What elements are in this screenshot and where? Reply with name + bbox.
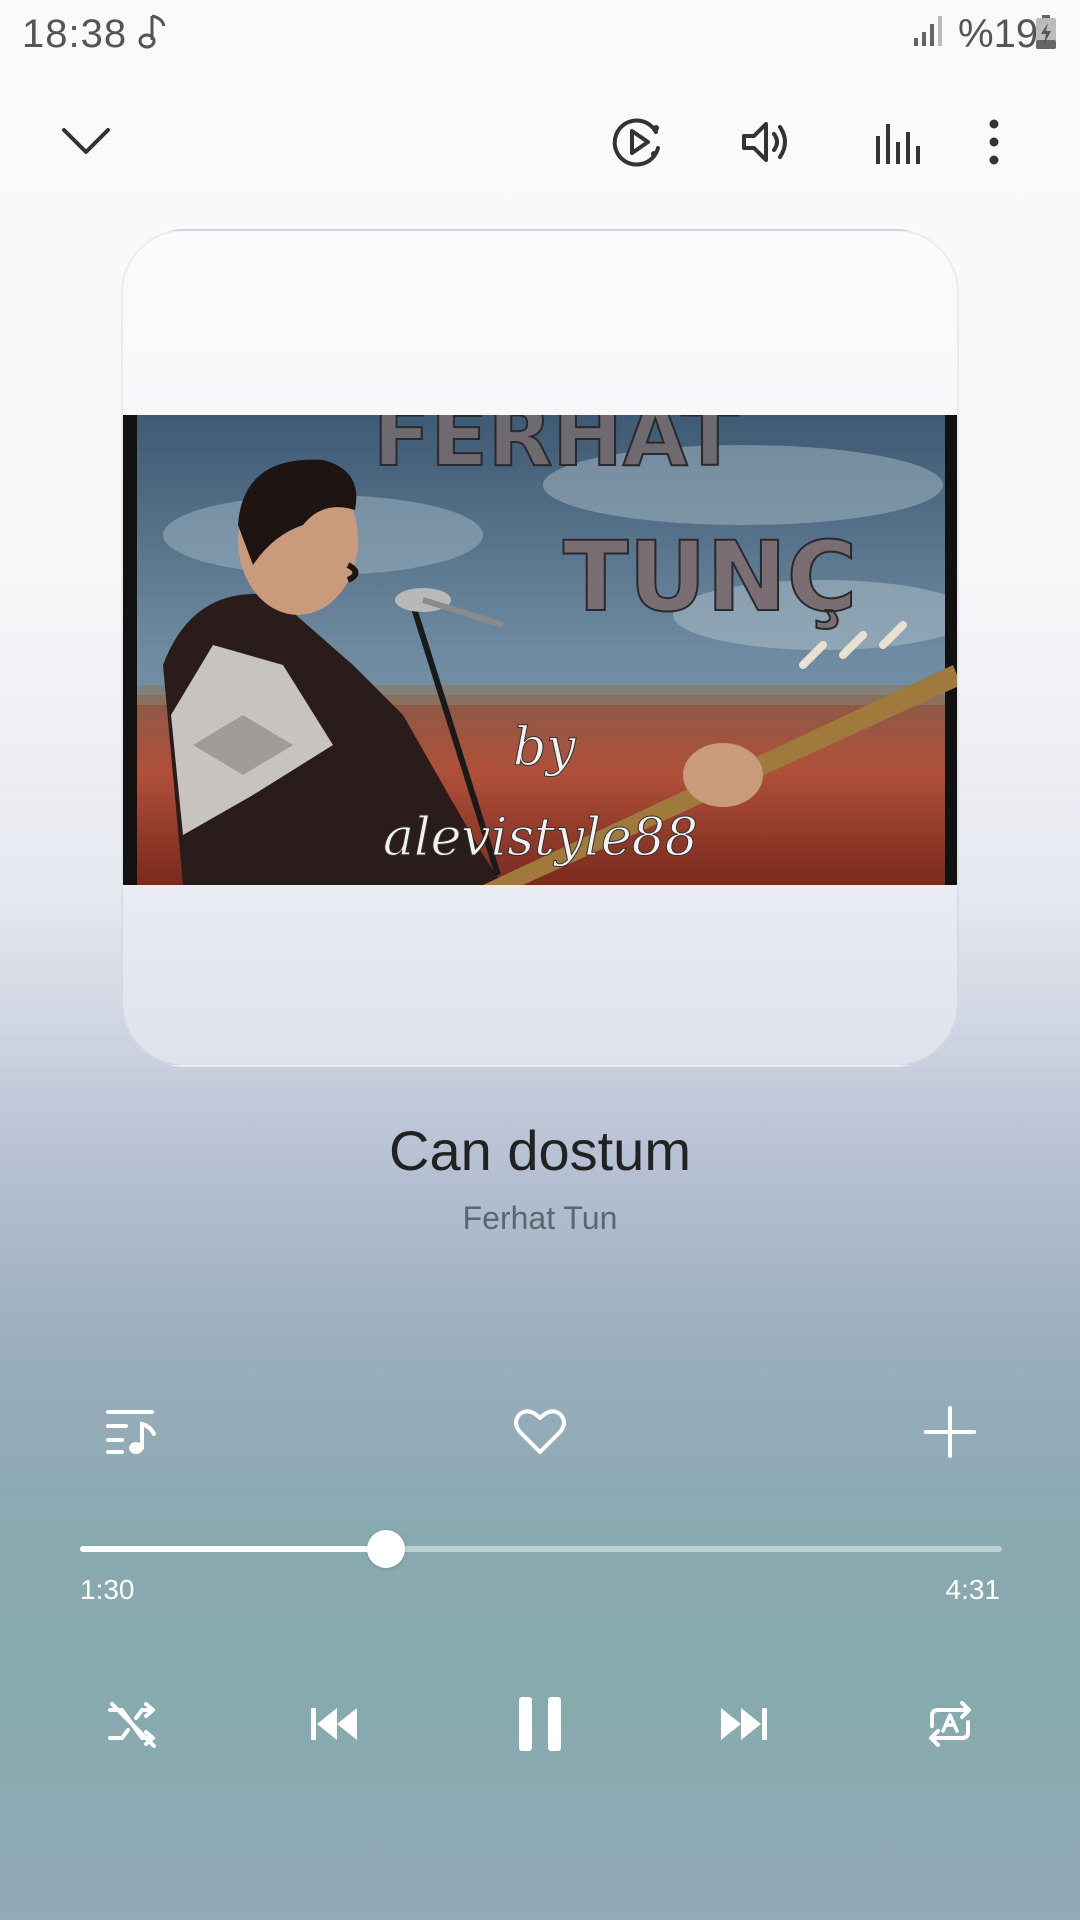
battery-level: %19 — [958, 12, 1039, 56]
shuffle-icon — [108, 1702, 156, 1748]
volume-icon — [742, 122, 787, 162]
playlist-queue-icon — [106, 1410, 156, 1454]
status-bar: 18:38 %19 — [0, 0, 1080, 64]
next-button[interactable] — [708, 1688, 780, 1760]
cover-title-line2: TUNÇ — [563, 521, 857, 633]
seek-bar-progress — [80, 1546, 387, 1552]
equalizer-icon — [876, 124, 920, 164]
skip-next-icon — [721, 1708, 767, 1740]
signal-icon — [914, 16, 942, 46]
repeat-button[interactable] — [914, 1688, 986, 1760]
seek-bar[interactable] — [80, 1530, 1002, 1568]
music-note-icon — [138, 14, 166, 49]
seek-bar-thumb[interactable] — [367, 1530, 406, 1568]
shuffle-button[interactable] — [96, 1688, 168, 1760]
song-title: Can dostum — [389, 1119, 691, 1182]
chevron-down-icon — [62, 128, 110, 154]
more-options-button[interactable] — [968, 106, 1020, 178]
add-to-playlist-button[interactable] — [914, 1396, 986, 1468]
pause-button[interactable] — [504, 1688, 576, 1760]
status-time: 18:38 — [22, 12, 128, 56]
favorite-button[interactable] — [504, 1396, 576, 1468]
total-duration: 4:31 — [945, 1574, 1001, 1605]
repeat-icon — [929, 1701, 971, 1747]
cover-title-line1: FERHAT — [373, 415, 739, 485]
cover-by: by — [513, 718, 576, 778]
player-toolbar — [0, 90, 1080, 190]
smart-view-button[interactable] — [602, 106, 674, 178]
smart-view-icon — [612, 118, 660, 167]
skip-previous-icon — [311, 1708, 357, 1740]
cover-credit: alevistyle88 — [383, 808, 698, 868]
playlist-queue-button[interactable] — [96, 1396, 168, 1468]
song-artist[interactable]: Ferhat Tun — [0, 1200, 1080, 1237]
collapse-button[interactable] — [50, 104, 122, 176]
previous-button[interactable] — [298, 1688, 370, 1760]
album-art: FERHAT TUNÇ by alevistyle88 — [123, 415, 957, 885]
album-cover-image: FERHAT TUNÇ by alevistyle88 — [123, 415, 957, 885]
album-art-card: FERHAT TUNÇ by alevistyle88 — [121, 229, 959, 1067]
volume-button[interactable] — [730, 106, 802, 178]
elapsed-time: 1:30 — [80, 1574, 135, 1605]
battery-charging-icon — [1036, 15, 1056, 49]
add-icon — [924, 1406, 976, 1458]
heart-icon — [514, 1409, 566, 1454]
more-options-icon — [989, 119, 999, 165]
equalizer-button[interactable] — [860, 106, 932, 178]
pause-icon — [519, 1697, 561, 1751]
